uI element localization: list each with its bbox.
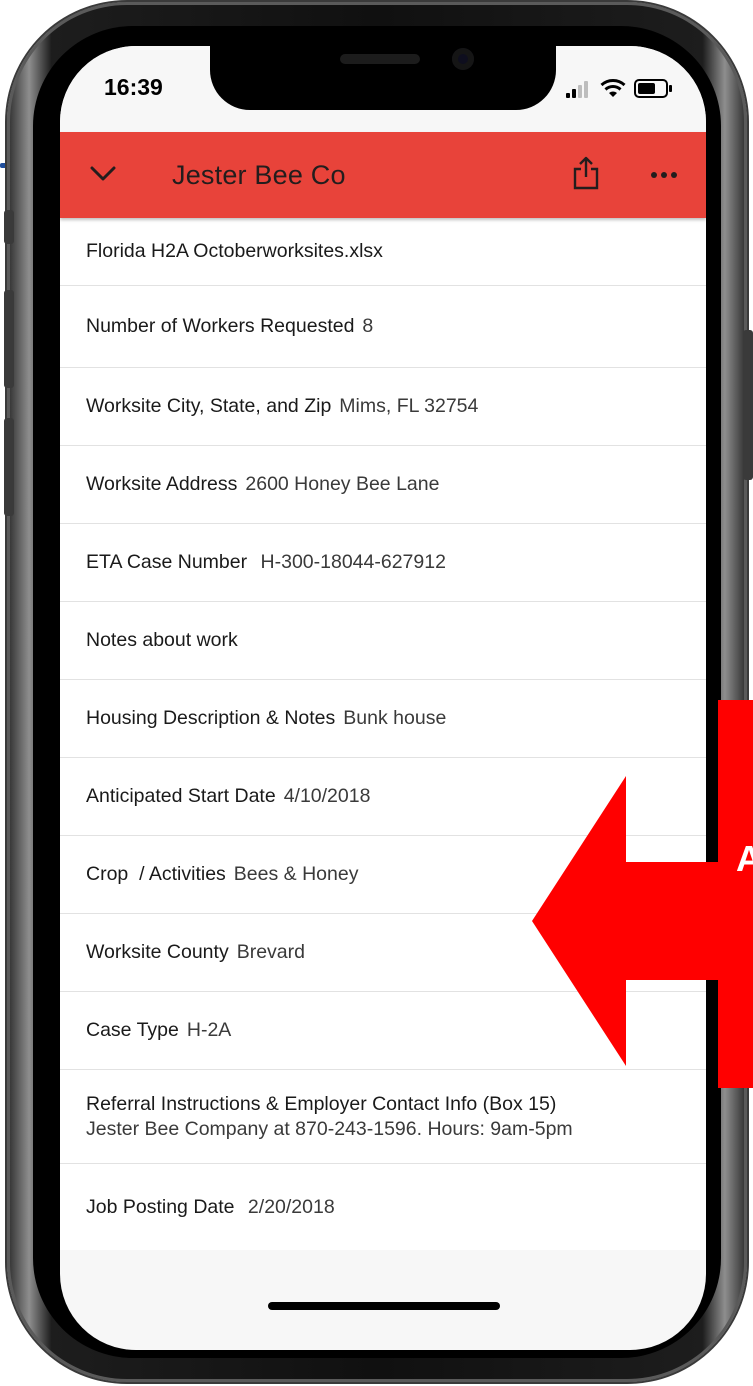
field-value: Mims, FL 32754 <box>339 395 479 417</box>
signal-icon <box>566 78 594 98</box>
field-row-notes-about-work[interactable]: Notes about work <box>60 602 706 680</box>
field-label: Case Type <box>86 1019 179 1041</box>
field-row-workers-requested[interactable]: Number of Workers Requested 8 <box>60 286 706 368</box>
phone-screen: 16:39 Jester Bee Co Florida H2A Octoberw… <box>60 46 706 1350</box>
field-row-eta-case-number[interactable]: ETA Case Number H-300-18044-627912 <box>60 524 706 602</box>
field-value: Bunk house <box>343 707 447 729</box>
field-label: Job Posting Date <box>86 1195 235 1218</box>
home-indicator[interactable] <box>268 1302 500 1310</box>
field-row-referral-instructions[interactable]: Referral Instructions & Employer Contact… <box>60 1070 706 1164</box>
field-row-worksite-address[interactable]: Worksite Address 2600 Honey Bee Lane <box>60 446 706 524</box>
battery-icon <box>634 79 672 98</box>
page-title: Jester Bee Co <box>172 160 346 190</box>
power-button <box>743 330 753 480</box>
field-label: Worksite County <box>86 941 229 963</box>
more-horizontal-icon[interactable] <box>650 170 678 180</box>
field-row-job-posting-date[interactable]: Job Posting Date 2/20/2018 <box>60 1164 706 1250</box>
field-row-worksite-city[interactable]: Worksite City, State, and Zip Mims, FL 3… <box>60 368 706 446</box>
field-value: 2/20/2018 <box>242 1195 335 1218</box>
mute-switch <box>4 210 14 244</box>
field-value: 2600 Honey Bee Lane <box>245 473 440 495</box>
field-label: Crop / Activities <box>86 863 226 885</box>
app-header: Jester Bee Co <box>60 132 706 218</box>
field-label: Housing Description & Notes <box>86 707 336 729</box>
status-icons <box>566 78 686 100</box>
field-value: Brevard <box>236 941 305 963</box>
field-label: Anticipated Start Date <box>86 785 276 807</box>
chevron-down-icon[interactable] <box>90 164 116 184</box>
field-row-housing-description[interactable]: Housing Description & Notes Bunk house <box>60 680 706 758</box>
wifi-icon <box>600 79 626 97</box>
volume-up-button <box>4 290 14 388</box>
field-label: Worksite Address <box>86 473 238 495</box>
file-name-row[interactable]: Florida H2A Octoberworksites.xlsx <box>60 218 706 286</box>
field-value: Bees & Honey <box>233 863 359 885</box>
share-icon[interactable] <box>572 156 600 190</box>
field-value: 4/10/2018 <box>283 785 371 807</box>
slide-canvas: 16:39 Jester Bee Co Florida H2A Octoberw… <box>0 0 753 1386</box>
red-arrow-icon <box>532 776 753 1066</box>
field-label: Notes about work <box>86 629 238 651</box>
field-label: ETA Case Number <box>86 551 248 573</box>
field-label: Worksite City, State, and Zip <box>86 395 332 417</box>
file-name: Florida H2A Octoberworksites.xlsx <box>86 240 383 262</box>
field-label: Number of Workers Requested <box>86 315 355 337</box>
field-label: Referral Instructions & Employer Contact… <box>86 1092 557 1115</box>
field-value: 8 <box>362 315 374 337</box>
record-details-list: Florida H2A Octoberworksites.xlsx Number… <box>60 218 706 1250</box>
status-time: 16:39 <box>104 74 163 100</box>
camera-icon <box>452 48 474 70</box>
field-value: H-2A <box>186 1019 232 1041</box>
field-value: H-300-18044-627912 <box>255 551 446 573</box>
notch <box>210 46 556 110</box>
speaker-grille <box>340 54 420 64</box>
annotation-callout-text: A <box>736 838 753 879</box>
field-value: Jester Bee Company at 870-243-1596. Hour… <box>86 1117 573 1140</box>
volume-down-button <box>4 418 14 516</box>
